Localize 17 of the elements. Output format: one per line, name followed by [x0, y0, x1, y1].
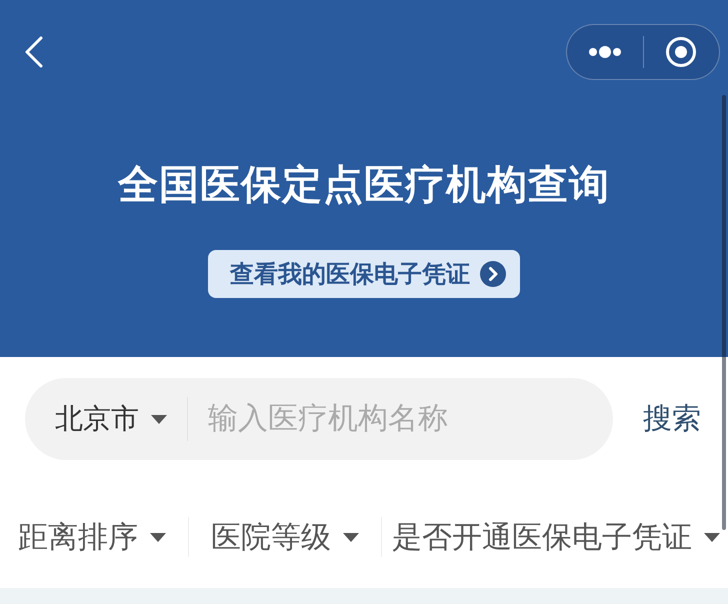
city-dropdown[interactable]: 北京市 — [55, 400, 167, 438]
caret-icon — [151, 414, 167, 424]
caret-icon — [343, 532, 359, 542]
target-icon — [665, 36, 698, 68]
scrollbar-thumb[interactable] — [722, 95, 726, 530]
search-button[interactable]: 搜索 — [643, 399, 701, 439]
caret-icon — [704, 532, 720, 542]
chevron-circle-icon — [480, 261, 506, 287]
caret-icon — [150, 532, 166, 542]
page-title: 全国医保定点医疗机构查询 — [118, 162, 610, 209]
filter-dropdown[interactable]: 是否开通医保电子凭证 — [392, 516, 720, 558]
more-icon — [588, 46, 622, 58]
back-icon[interactable] — [24, 36, 43, 68]
search-field[interactable]: 北京市 输入医疗机构名称 — [25, 378, 613, 460]
filter-dropdown[interactable]: 医院等级 — [211, 516, 359, 558]
voucher-button[interactable]: 查看我的医保电子凭证 — [208, 250, 520, 298]
filter-dropdown[interactable]: 距离排序 — [18, 516, 166, 558]
